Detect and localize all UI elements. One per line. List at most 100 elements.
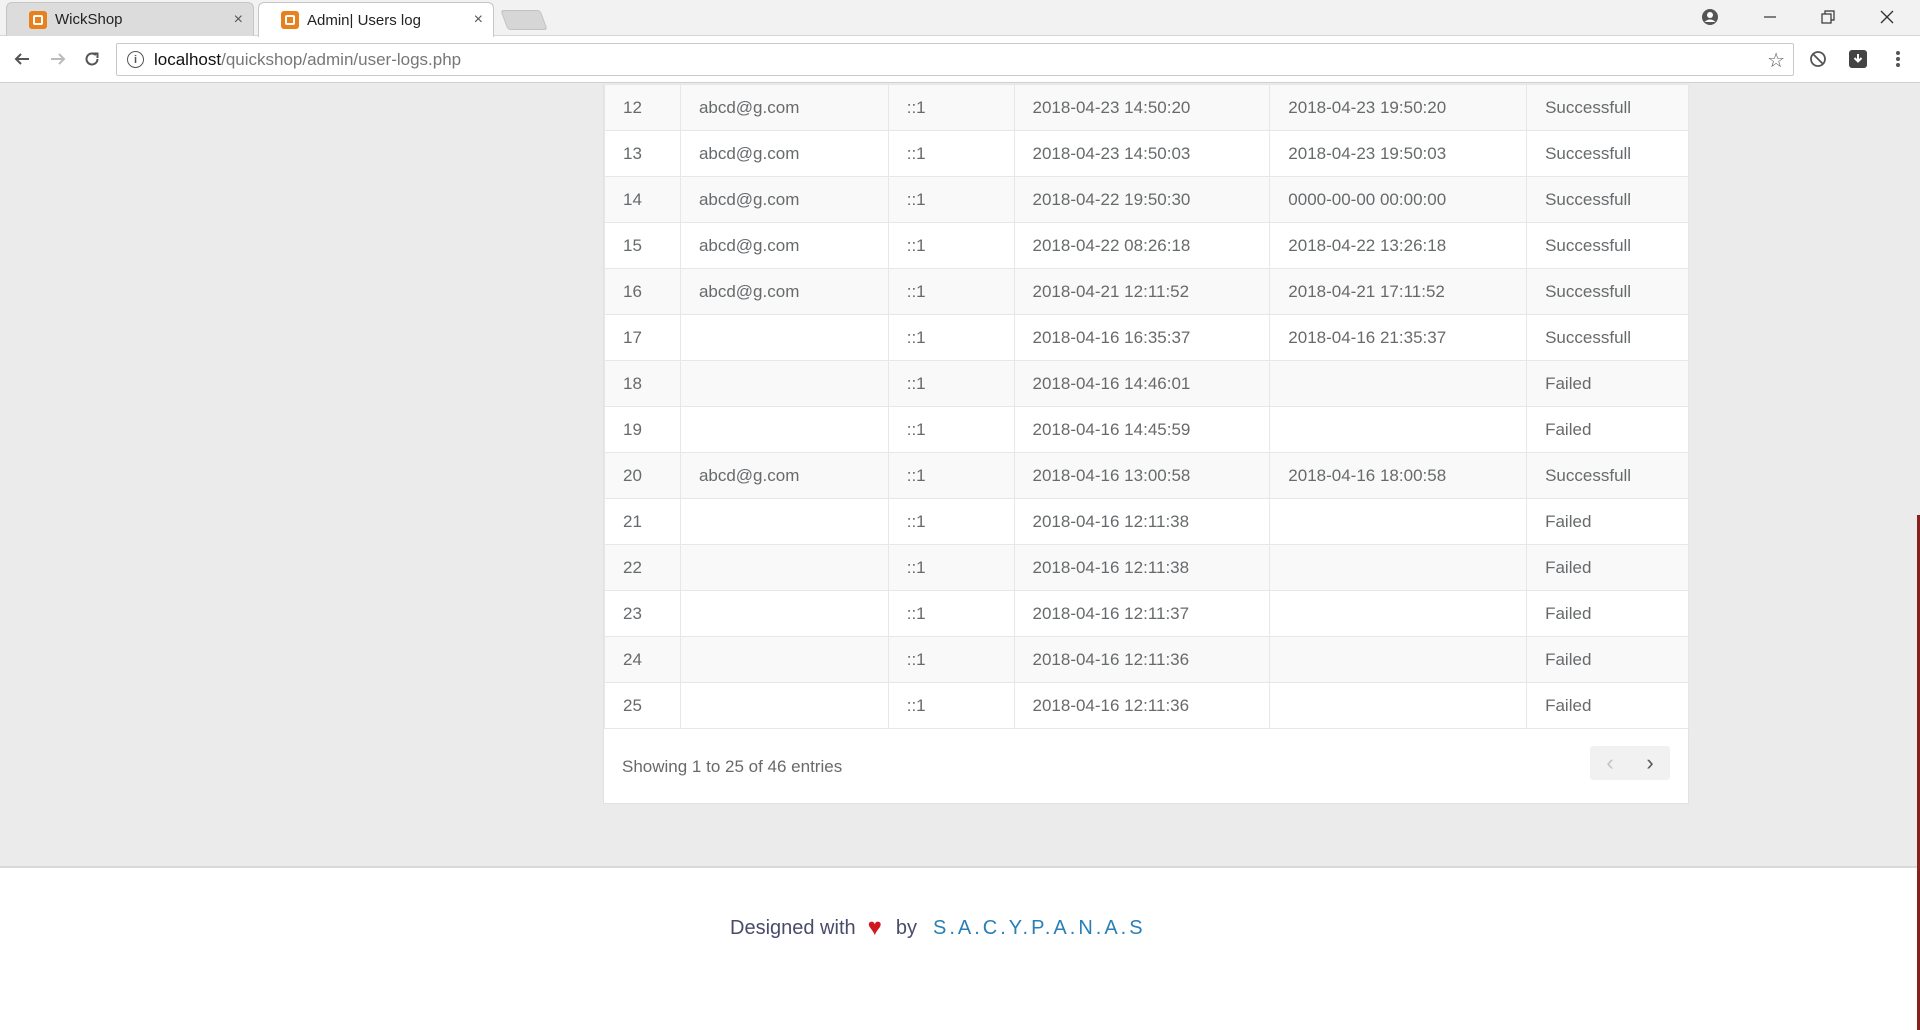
- cell-login-time: 2018-04-16 13:00:58: [1013, 452, 1271, 499]
- cell-ip: ::1: [887, 590, 1015, 637]
- footer-credit: Designed with ♥ by S.A.C.Y.P.A.N.A.S: [730, 914, 1146, 942]
- cell-email: [679, 498, 889, 545]
- cell-status: Failed: [1526, 636, 1689, 683]
- star-icon[interactable]: ☆: [1767, 48, 1785, 73]
- cell-id: 12: [604, 84, 681, 131]
- cell-ip: ::1: [887, 452, 1015, 499]
- cell-status: Failed: [1526, 360, 1689, 407]
- restore-icon[interactable]: [1808, 0, 1848, 34]
- info-icon[interactable]: i: [127, 51, 144, 68]
- url-host: localhost: [154, 49, 222, 69]
- previous-page-button[interactable]: ‹: [1590, 746, 1630, 780]
- minimize-icon[interactable]: [1750, 0, 1790, 34]
- profile-icon[interactable]: [1690, 0, 1730, 34]
- close-icon[interactable]: ×: [474, 11, 483, 29]
- block-icon[interactable]: [1806, 47, 1830, 71]
- xampp-favicon-icon: [281, 11, 299, 29]
- cell-login-time: 2018-04-16 14:46:01: [1013, 360, 1271, 407]
- cell-email: [679, 360, 889, 407]
- cell-status: Failed: [1526, 406, 1689, 453]
- table-info: Showing 1 to 25 of 46 entries: [622, 757, 843, 776]
- cell-ip: ::1: [887, 406, 1015, 453]
- cell-ip: ::1: [887, 268, 1015, 315]
- cell-login-time: 2018-04-16 12:11:36: [1013, 682, 1271, 729]
- cell-id: 14: [604, 176, 681, 223]
- cell-ip: ::1: [887, 360, 1015, 407]
- browser-toolbar: i localhost/quickshop/admin/user-logs.ph…: [0, 36, 1920, 83]
- table-row: 16 abcd@g.com::1 2018-04-21 12:11:52 2018-0…: [604, 268, 1689, 315]
- cell-email: [679, 682, 889, 729]
- cell-status: Successfull: [1526, 176, 1689, 223]
- cell-ip: ::1: [887, 682, 1015, 729]
- cell-login-time: 2018-04-22 19:50:30: [1013, 176, 1271, 223]
- page-content: 12 abcd@g.com::1 2018-04-23 14:50:20 2018-0…: [0, 84, 1920, 868]
- reload-icon[interactable]: [78, 45, 106, 73]
- cell-ip: ::1: [887, 176, 1015, 223]
- cell-logout-time: 2018-04-16 21:35:37: [1269, 314, 1528, 361]
- cell-logout-time: 2018-04-16 18:00:58: [1269, 452, 1528, 499]
- table-row: 22::1 2018-04-16 12:11:38 Failed: [604, 544, 1689, 591]
- back-arrow-icon[interactable]: [8, 45, 36, 73]
- new-tab-button[interactable]: [500, 10, 548, 30]
- cell-logout-time: [1269, 636, 1528, 683]
- cell-status: Failed: [1526, 682, 1689, 729]
- cell-id: 23: [604, 590, 681, 637]
- table-row: 19::1 2018-04-16 14:45:59 Failed: [604, 406, 1689, 453]
- cell-logout-time: 2018-04-23 19:50:20: [1269, 84, 1528, 131]
- cell-status: Failed: [1526, 544, 1689, 591]
- cell-login-time: 2018-04-16 14:45:59: [1013, 406, 1271, 453]
- xampp-favicon-icon: [29, 10, 47, 29]
- cell-logout-time: 2018-04-21 17:11:52: [1269, 268, 1528, 315]
- kebab-menu-icon[interactable]: [1886, 47, 1910, 71]
- cell-id: 22: [604, 544, 681, 591]
- address-bar[interactable]: i localhost/quickshop/admin/user-logs.ph…: [116, 43, 1794, 76]
- user-log-table: 12 abcd@g.com::1 2018-04-23 14:50:20 2018-0…: [604, 84, 1689, 729]
- cell-email: [679, 636, 889, 683]
- table-row: 13 abcd@g.com::1 2018-04-23 14:50:03 2018-0…: [604, 130, 1689, 177]
- close-icon[interactable]: ×: [234, 11, 243, 29]
- window-close-icon[interactable]: [1866, 0, 1908, 34]
- cell-login-time: 2018-04-16 16:35:37: [1013, 314, 1271, 361]
- cell-logout-time: [1269, 406, 1528, 453]
- cell-status: Successfull: [1526, 268, 1689, 315]
- cell-status: Failed: [1526, 498, 1689, 545]
- tab-title: Admin| Users log: [307, 11, 421, 29]
- cell-ip: ::1: [887, 130, 1015, 177]
- extension-icon[interactable]: [1846, 47, 1870, 71]
- table-row: 15 abcd@g.com::1 2018-04-22 08:26:18 2018-0…: [604, 222, 1689, 269]
- cell-email: [679, 406, 889, 453]
- table-row: 23::1 2018-04-16 12:11:37 Failed: [604, 590, 1689, 637]
- cell-email: abcd@g.com: [679, 176, 889, 223]
- cell-ip: ::1: [887, 498, 1015, 545]
- cell-email: abcd@g.com: [679, 130, 889, 177]
- tab-wickshop[interactable]: WickShop ×: [6, 2, 254, 36]
- cell-email: abcd@g.com: [679, 452, 889, 499]
- cell-login-time: 2018-04-22 08:26:18: [1013, 222, 1271, 269]
- footer: Designed with ♥ by S.A.C.Y.P.A.N.A.S: [0, 866, 1917, 1030]
- cell-status: Successfull: [1526, 222, 1689, 269]
- cell-status: Successfull: [1526, 452, 1689, 499]
- cell-login-time: 2018-04-23 14:50:03: [1013, 130, 1271, 177]
- cell-ip: ::1: [887, 636, 1015, 683]
- tab-strip: WickShop × Admin| Users log ×: [0, 0, 1920, 37]
- cell-logout-time: 2018-04-22 13:26:18: [1269, 222, 1528, 269]
- next-page-button[interactable]: ›: [1630, 746, 1670, 780]
- table-row: 21::1 2018-04-16 12:11:38 Failed: [604, 498, 1689, 545]
- cell-logout-time: [1269, 544, 1528, 591]
- forward-arrow-icon[interactable]: [44, 45, 72, 73]
- cell-id: 15: [604, 222, 681, 269]
- cell-status: Successfull: [1526, 130, 1689, 177]
- tab-admin-users-log[interactable]: Admin| Users log ×: [258, 2, 494, 37]
- heart-icon: ♥: [867, 914, 882, 941]
- cell-logout-time: 0000-00-00 00:00:00: [1269, 176, 1528, 223]
- table-row: 18::1 2018-04-16 14:46:01 Failed: [604, 360, 1689, 407]
- cell-login-time: 2018-04-16 12:11:38: [1013, 498, 1271, 545]
- cell-id: 24: [604, 636, 681, 683]
- author-link[interactable]: S.A.C.Y.P.A.N.A.S: [933, 917, 1146, 940]
- cell-logout-time: [1269, 590, 1528, 637]
- cell-email: abcd@g.com: [679, 268, 889, 315]
- cell-login-time: 2018-04-23 14:50:20: [1013, 84, 1271, 131]
- by-text: by: [895, 916, 917, 939]
- cell-logout-time: 2018-04-23 19:50:03: [1269, 130, 1528, 177]
- user-log-panel: 12 abcd@g.com::1 2018-04-23 14:50:20 2018-0…: [603, 84, 1689, 804]
